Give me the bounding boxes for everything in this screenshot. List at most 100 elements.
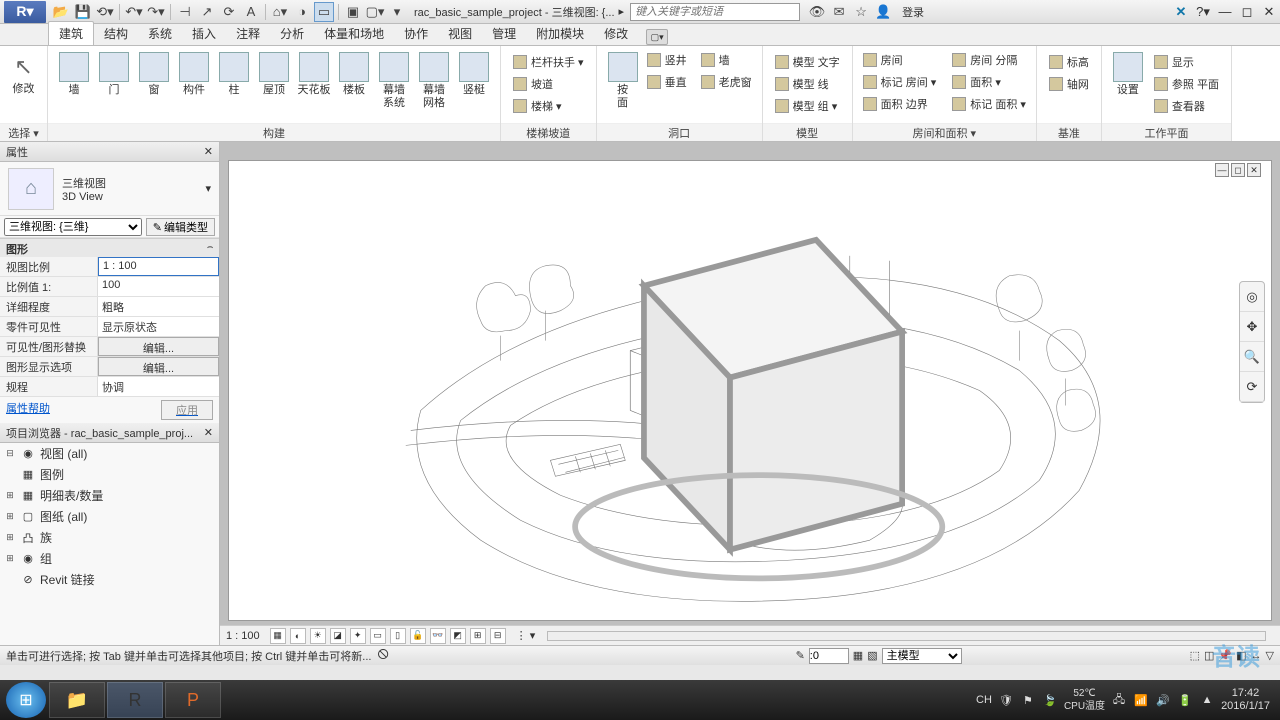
room-btn-3[interactable]: 面积 ▾: [948, 72, 1030, 92]
project-browser[interactable]: ⊟◉视图 (all)▦图例⊞▦明细表/数量⊞▢图纸 (all)⊞凸族⊞◉组⊘Re…: [0, 443, 219, 645]
zoom-icon[interactable]: 🔍: [1240, 342, 1264, 372]
maximize-button[interactable]: ◻: [1236, 1, 1258, 23]
app-logo[interactable]: R▾: [4, 1, 46, 23]
build-btn-8[interactable]: 幕墙 系统: [374, 50, 414, 112]
prop-group-graphics[interactable]: 图形⌢: [0, 239, 219, 257]
type-selector[interactable]: ⌂ 三维视图 3D View ▾: [0, 162, 219, 216]
exchange-icon[interactable]: ✕: [1170, 1, 1192, 23]
instance-select[interactable]: 三维视图: {三维}: [4, 218, 142, 236]
shadows-icon[interactable]: ◪: [330, 628, 346, 644]
dim-icon[interactable]: ⊣: [175, 2, 195, 22]
nav-bar[interactable]: ◎ ✥ 🔍 ⟳: [1239, 281, 1265, 403]
modify-button[interactable]: ↖修改: [6, 50, 41, 100]
text-icon[interactable]: A: [241, 2, 261, 22]
model-btn-2[interactable]: 模型 组 ▾: [771, 96, 844, 116]
prop-row-1[interactable]: 比例值 1:100: [0, 277, 219, 297]
close-hidden-icon[interactable]: ▣: [343, 2, 363, 22]
tree-item-6[interactable]: ⊘Revit 链接: [0, 569, 219, 590]
model-btn-0[interactable]: 模型 文字: [771, 52, 844, 72]
datum-btn-0[interactable]: 标高: [1045, 52, 1093, 72]
tray-sound-icon[interactable]: 🔊: [1155, 692, 1171, 708]
recent-icon[interactable]: ▸: [619, 5, 625, 18]
open-icon[interactable]: 📂: [51, 2, 71, 22]
reveal-icon[interactable]: ◩: [450, 628, 466, 644]
properties-close-icon[interactable]: ✕: [204, 145, 213, 158]
tab-massing[interactable]: 体量和场地: [314, 22, 394, 45]
view-cube[interactable]: [228, 171, 1251, 621]
help-icon[interactable]: ?▾: [1192, 1, 1214, 23]
search-input[interactable]: [630, 3, 800, 21]
tree-item-1[interactable]: ▦图例: [0, 464, 219, 485]
pan-icon[interactable]: ✥: [1240, 312, 1264, 342]
offset-input[interactable]: [809, 648, 849, 664]
workplane-set-button[interactable]: 设置: [1108, 50, 1148, 99]
crop-show-icon[interactable]: ▯: [390, 628, 406, 644]
workset-icon[interactable]: ✎: [796, 649, 805, 662]
sel-underlay-icon[interactable]: ◫: [1204, 649, 1214, 662]
analytic-icon[interactable]: ⊞: [470, 628, 486, 644]
open-btn-0[interactable]: 竖井: [643, 50, 691, 70]
room-btn-1[interactable]: 房间 分隔: [948, 50, 1030, 70]
sun-path-icon[interactable]: ☀: [310, 628, 326, 644]
build-btn-3[interactable]: 构件: [174, 50, 214, 99]
tab-view[interactable]: 视图: [438, 22, 482, 45]
prop-row-2[interactable]: 详细程度粗略: [0, 297, 219, 317]
model-btn-1[interactable]: 模型 线: [771, 74, 844, 94]
tray-wifi-icon[interactable]: 📶: [1133, 692, 1149, 708]
start-button[interactable]: ⊞: [6, 682, 46, 718]
sel-pinned-icon[interactable]: 📌: [1218, 649, 1232, 662]
unlock-icon[interactable]: 🔓: [410, 628, 426, 644]
drag-icon[interactable]: ↔: [1251, 650, 1262, 662]
build-btn-4[interactable]: 柱: [214, 50, 254, 99]
section-icon[interactable]: ◑: [292, 2, 312, 22]
user-icon[interactable]: 👤: [873, 2, 893, 22]
room-panel-title[interactable]: 房间和面积 ▾: [853, 123, 1036, 141]
save-icon[interactable]: 💾: [73, 2, 93, 22]
opening-byface-button[interactable]: 按 面: [603, 50, 643, 112]
tray-flag-icon[interactable]: ⚑: [1020, 692, 1036, 708]
prop-row-0[interactable]: 视图比例1 : 100: [0, 257, 219, 277]
orbit-icon[interactable]: ⟳: [1240, 372, 1264, 402]
prop-row-4[interactable]: 可见性/图形替换编辑...: [0, 337, 219, 357]
tab-manage[interactable]: 管理: [482, 22, 526, 45]
room-btn-4[interactable]: 面积 边界: [859, 94, 941, 114]
tree-item-3[interactable]: ⊞▢图纸 (all): [0, 506, 219, 527]
select-panel-title[interactable]: 选择 ▾: [0, 123, 47, 141]
main-model-select[interactable]: 主模型: [882, 648, 962, 664]
browser-close-icon[interactable]: ✕: [204, 426, 213, 439]
home3d-icon[interactable]: ⌂▾: [270, 2, 290, 22]
build-btn-6[interactable]: 天花板: [294, 50, 334, 99]
prop-row-6[interactable]: 规程协调: [0, 377, 219, 397]
sync-icon[interactable]: ⟲▾: [95, 2, 115, 22]
build-btn-2[interactable]: 窗: [134, 50, 174, 99]
tab-insert[interactable]: 插入: [182, 22, 226, 45]
tray-power-icon[interactable]: 🔋: [1177, 692, 1193, 708]
filter-count-icon[interactable]: ▽: [1266, 649, 1274, 662]
constraint-icon[interactable]: ⊟: [490, 628, 506, 644]
editable-only-icon[interactable]: ▦: [853, 649, 863, 662]
render-icon[interactable]: ✦: [350, 628, 366, 644]
room-btn-5[interactable]: 标记 面积 ▾: [948, 94, 1030, 114]
work-btn-2[interactable]: 查看器: [1150, 96, 1223, 116]
tree-item-4[interactable]: ⊞凸族: [0, 527, 219, 548]
build-btn-10[interactable]: 竖梃: [454, 50, 494, 99]
build-btn-9[interactable]: 幕墙 网格: [414, 50, 454, 112]
favorite-icon[interactable]: ☆: [851, 2, 871, 22]
tree-item-5[interactable]: ⊞◉组: [0, 548, 219, 569]
task-revit[interactable]: R: [107, 682, 163, 718]
sel-face-icon[interactable]: ◧: [1236, 649, 1246, 662]
tab-annotate[interactable]: 注释: [226, 22, 270, 45]
apply-button[interactable]: 应用: [161, 400, 213, 420]
view-scale[interactable]: 1 : 100: [226, 630, 260, 642]
switch-win-icon[interactable]: ▢▾: [365, 2, 385, 22]
crop-icon[interactable]: ▭: [370, 628, 386, 644]
h-scrollbar[interactable]: [547, 631, 1266, 641]
build-btn-0[interactable]: 墙: [54, 50, 94, 99]
sel-link-icon[interactable]: ⬚: [1190, 649, 1200, 662]
visual-style-icon[interactable]: ◐: [290, 628, 306, 644]
tray-leaf-icon[interactable]: 🍃: [1042, 692, 1058, 708]
tree-expand-2[interactable]: ⊞: [4, 490, 16, 501]
circ-btn-1[interactable]: 坡道: [509, 74, 588, 94]
login-label[interactable]: 登录: [902, 4, 924, 20]
tree-expand-5[interactable]: ⊞: [4, 553, 16, 564]
